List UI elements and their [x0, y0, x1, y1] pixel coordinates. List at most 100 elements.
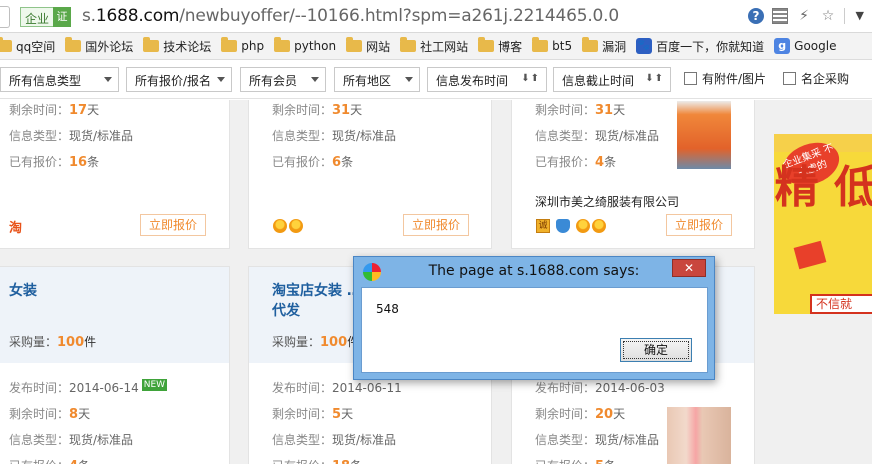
chevron-down-icon	[217, 77, 225, 82]
bookmark-label: 网站	[366, 39, 391, 54]
folder-icon	[65, 37, 82, 52]
url-path: /newbuyoffer/--10166.html?spm=a261j.2214…	[179, 6, 619, 26]
bookmark-google[interactable]: g Google	[774, 38, 836, 54]
bookmark-sites[interactable]: 网站	[346, 37, 391, 55]
field-label: 已有报价：	[9, 459, 69, 464]
chevron-down-icon[interactable]: ▼	[844, 8, 864, 24]
folder-icon	[582, 37, 599, 52]
publish-time-sort[interactable]: 信息发布时间 ⬇⬆	[427, 67, 547, 92]
dialog-body: 548 确定	[361, 287, 708, 373]
publish-row: 发布时间：2014-06-03	[535, 379, 665, 396]
bookmark-label: Google	[794, 39, 837, 53]
field-label: 发布时间：	[535, 381, 596, 395]
remaining-value: 20	[595, 407, 614, 422]
bookmark-tech-forum[interactable]: 技术论坛	[143, 37, 212, 55]
publish-row: 发布时间：2014-06-11	[272, 379, 402, 396]
offer-title[interactable]: 女装	[9, 281, 37, 301]
folder-icon	[478, 37, 495, 52]
promo-banner[interactable]: 企业集采 不来虚的 精 低 不信就	[774, 134, 872, 314]
remaining-row: 剩余时间：8天	[9, 405, 90, 422]
folder-icon	[346, 37, 363, 52]
quotes-row: 已有报价：4条	[9, 457, 90, 464]
bookmark-social-eng[interactable]: 社工网站	[400, 37, 469, 55]
info-type-value: 现货/标准品	[332, 129, 397, 143]
unit: 天	[350, 103, 363, 117]
quotes-value: 16	[69, 155, 88, 170]
company-name[interactable]: 深圳市美之绮服装有限公司	[535, 193, 679, 210]
deadline-sort[interactable]: 信息截止时间 ⬇⬆	[553, 67, 671, 92]
quotes-value: 5	[595, 459, 604, 464]
member-select[interactable]: 所有会员	[240, 67, 326, 92]
offer-title[interactable]: 淘宝店女装 … 代发	[272, 281, 361, 321]
gift-icon	[793, 240, 827, 270]
info-type-select[interactable]: 所有信息类型	[0, 67, 119, 92]
medal-icon	[273, 219, 287, 233]
product-thumbnail[interactable]	[677, 101, 731, 169]
url-field[interactable]: s.1688.com/newbuyoffer/--10166.html?spm=…	[82, 6, 619, 26]
bookmark-star-icon[interactable]: ☆	[820, 8, 836, 24]
qr-code-icon[interactable]	[772, 8, 788, 24]
google-icon: g	[774, 38, 791, 54]
sort-arrows-icon: ⬇⬆	[645, 73, 664, 84]
info-type-value: 现货/标准品	[69, 129, 134, 143]
bookmark-python[interactable]: python	[274, 37, 336, 53]
remaining-row: 剩余时间：31天	[535, 101, 625, 118]
ok-button[interactable]: 确定	[620, 338, 692, 362]
checkbox-box[interactable]	[783, 72, 796, 85]
bookmark-bt5[interactable]: bt5	[532, 37, 572, 53]
bookmark-vuln[interactable]: 漏洞	[582, 37, 626, 55]
close-button[interactable]: ✕	[672, 259, 706, 277]
ev-certificate-badge[interactable]: 证	[53, 7, 71, 27]
bookmark-php[interactable]: php	[221, 37, 264, 53]
info-type-value: 现货/标准品	[69, 433, 134, 447]
field-label: 信息类型：	[272, 433, 333, 447]
info-type-row: 信息类型：现货/标准品	[535, 127, 659, 144]
quote-now-button[interactable]: 立即报价	[666, 214, 732, 236]
back-button-edge[interactable]	[0, 6, 10, 28]
remaining-value: 31	[332, 103, 351, 118]
attachment-checkbox[interactable]: 有附件/图片	[684, 70, 766, 87]
bookmark-label: 国外论坛	[85, 39, 134, 54]
bookmark-blog[interactable]: 博客	[478, 37, 523, 55]
product-thumbnail[interactable]	[667, 407, 731, 464]
offer-card[interactable]: 剩余时间：31天 信息类型：现货/标准品 已有报价：6条 立即报价	[248, 100, 492, 249]
quote-now-button[interactable]: 立即报价	[403, 214, 469, 236]
promo-headline: 精 低	[774, 162, 872, 213]
lightning-icon[interactable]: ⚡	[796, 8, 812, 24]
info-type-value: 现货/标准品	[595, 129, 660, 143]
bookmark-foreign-forum[interactable]: 国外论坛	[65, 37, 134, 55]
quotes-row: 已有报价：16条	[9, 153, 99, 170]
offer-card[interactable]: 剩余时间：31天 信息类型：现货/标准品 已有报价：4条 深圳市美之绮服装有限公…	[511, 100, 755, 249]
ev-certificate-label[interactable]: 企业	[20, 7, 55, 27]
medal-icon	[576, 219, 590, 233]
bookmark-qq[interactable]: qq空间	[0, 37, 55, 55]
remaining-row: 剩余时间：5天	[272, 405, 353, 422]
unit: 条	[87, 155, 100, 169]
field-label: 发布时间：	[272, 381, 333, 395]
quote-status-select[interactable]: 所有报价/报名	[126, 67, 232, 92]
qty-row: 采购量：100件	[272, 333, 359, 350]
toolbar-icons: ? ⚡ ☆ ▼	[748, 8, 864, 24]
bookmark-label: 技术论坛	[163, 39, 212, 54]
checkbox-label: 有附件/图片	[702, 72, 767, 86]
offer-card[interactable]: 剩余时间：17天 信息类型：现货/标准品 已有报价：16条 淘 立即报价	[0, 100, 230, 249]
qty-value: 100	[57, 335, 85, 350]
info-type-row: 信息类型：现货/标准品	[9, 127, 133, 144]
promo-footer: 不信就	[810, 294, 872, 314]
bookmark-label: 社工网站	[420, 39, 469, 54]
offer-title-line1: 淘宝店女装 …	[272, 283, 361, 299]
baidu-paw-icon: 🐾	[636, 38, 653, 54]
region-select[interactable]: 所有地区	[334, 67, 420, 92]
famous-company-checkbox[interactable]: 名企采购	[783, 70, 849, 87]
alert-dialog: The page at s.1688.com says: ✕ 548 确定	[353, 256, 715, 380]
checkbox-box[interactable]	[684, 72, 697, 85]
field-label: 剩余时间：	[535, 103, 596, 117]
bookmark-label: 博客	[498, 39, 523, 54]
quotes-value: 6	[332, 155, 342, 170]
remaining-value: 5	[332, 407, 342, 422]
field-label: 信息类型：	[9, 433, 70, 447]
quote-now-button[interactable]: 立即报价	[140, 214, 206, 236]
bookmark-baidu[interactable]: 🐾 百度一下，你就知道	[636, 38, 764, 55]
help-icon[interactable]: ?	[748, 8, 764, 24]
offer-card[interactable]: 女装 采购量：100件 发布时间：2014-06-14 NEW 剩余时间：8天 信…	[0, 266, 230, 464]
